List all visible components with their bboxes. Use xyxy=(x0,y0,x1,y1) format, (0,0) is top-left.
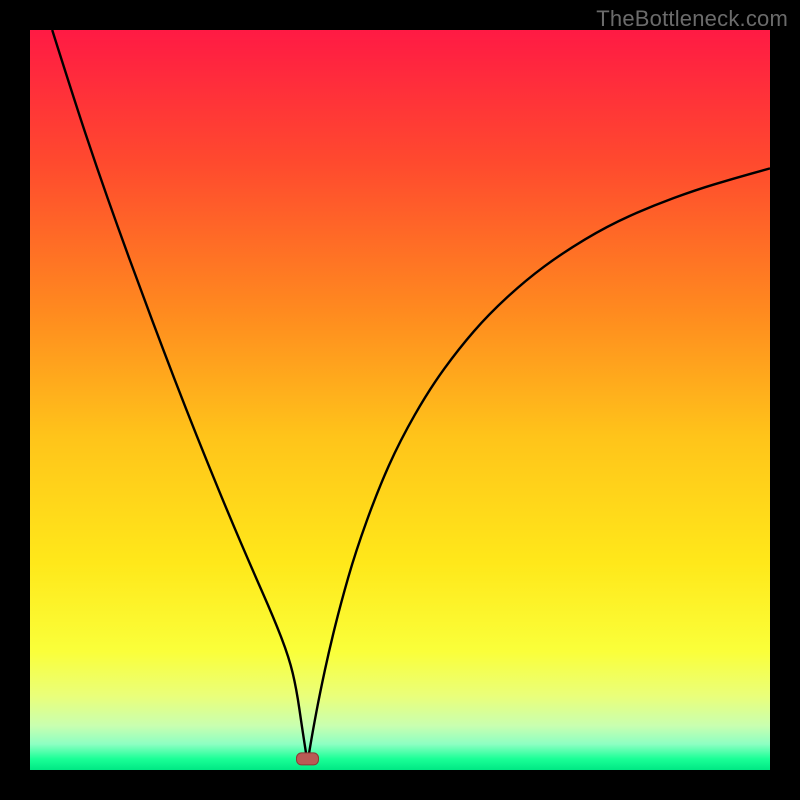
chart-frame: TheBottleneck.com xyxy=(0,0,800,800)
optimum-marker xyxy=(297,753,319,765)
watermark-text: TheBottleneck.com xyxy=(596,6,788,32)
bottleneck-curve-chart xyxy=(30,30,770,770)
plot-area xyxy=(30,30,770,770)
gradient-background xyxy=(30,30,770,770)
